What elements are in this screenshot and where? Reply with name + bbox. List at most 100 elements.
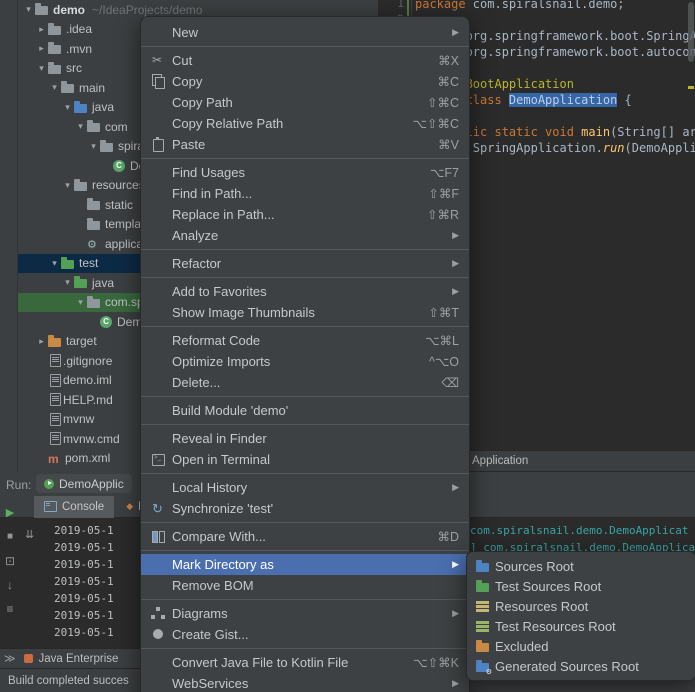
menu-item-webservices[interactable]: WebServices ▶ <box>141 673 469 692</box>
submenu-arrow-icon: ▶ <box>452 230 459 240</box>
submenu-item-test-sources-root[interactable]: Test Sources Root <box>467 576 695 596</box>
menu-item-add-to-favorites[interactable]: Add to Favorites ▶ <box>141 281 469 302</box>
chevron-icon[interactable]: ▾ <box>61 180 74 191</box>
folder-icon <box>48 42 61 55</box>
menu-item-copy-path[interactable]: Copy Path ⇧⌘C <box>141 92 469 113</box>
menu-item-shortcut: ^⌥O <box>429 355 459 369</box>
menu-item-build-module-demo[interactable]: Build Module 'demo' <box>141 400 469 421</box>
menu-item-delete[interactable]: Delete... ⌫ <box>141 372 469 393</box>
menu-item-shortcut: ⌥⌘L <box>425 334 459 348</box>
menu-item-label: Synchronize 'test' <box>172 501 274 516</box>
stop-button[interactable]: ■ <box>2 526 18 550</box>
scrollbar-thumb[interactable] <box>688 2 694 62</box>
screenshot-button[interactable]: ⊡ <box>2 550 18 574</box>
maven-icon <box>48 452 60 465</box>
chevron-icon[interactable]: ▾ <box>61 102 74 113</box>
chevron-icon[interactable]: ▾ <box>87 141 100 152</box>
menu-item-reveal-in-finder[interactable]: Reveal in Finder <box>141 428 469 449</box>
collapse-all-button[interactable]: ⇊ <box>25 528 34 541</box>
play-button[interactable]: ▶ <box>2 502 18 526</box>
blank-icon <box>150 253 168 274</box>
menu-item-find-in-path[interactable]: Find in Path... ⇧⌘F <box>141 183 469 204</box>
submenu-item-label: Generated Sources Root <box>495 658 639 674</box>
menu-item-reformat-code[interactable]: Reformat Code ⌥⌘L <box>141 330 469 351</box>
menu-item-shortcut: ⌘X <box>438 54 459 68</box>
folder-test-icon <box>74 276 87 289</box>
submenu-item-test-resources-root[interactable]: Test Resources Root <box>467 616 695 636</box>
menu-item-copy-relative-path[interactable]: Copy Relative Path ⌥⇧⌘C <box>141 113 469 134</box>
chevron-icon[interactable]: ▾ <box>48 258 61 269</box>
menu-item-label: Create Gist... <box>172 627 249 642</box>
code-segment: DemoApplication <box>508 93 618 107</box>
code-segment: com.spiralsnail.demo; <box>472 0 625 11</box>
chevron-icon[interactable]: ▾ <box>74 297 87 308</box>
submenu-item-resources-root[interactable]: Resources Root <box>467 596 695 616</box>
submenu-item-label: Resources Root <box>495 598 589 614</box>
menu-item-synchronize-test[interactable]: Synchronize 'test' <box>141 498 469 519</box>
code-segment: package <box>415 0 473 11</box>
chevron-icon[interactable]: ▾ <box>35 63 48 74</box>
menu-item-label: Show Image Thumbnails <box>172 305 315 320</box>
run-config-chip[interactable]: DemoApplic <box>36 474 132 493</box>
tree-item-label: target <box>66 334 97 349</box>
menu-item-optimize-imports[interactable]: Optimize Imports ^⌥O <box>141 351 469 372</box>
menu-item-replace-in-path[interactable]: Replace in Path... ⇧⌘R <box>141 204 469 225</box>
menu-item-cut[interactable]: Cut ⌘X <box>141 50 469 71</box>
menu-item-analyze[interactable]: Analyze ▶ <box>141 225 469 246</box>
menu-item-show-image-thumbnails[interactable]: Show Image Thumbnails ⇧⌘T <box>141 302 469 323</box>
tree-item-label: .gitignore <box>63 353 113 368</box>
menu-separator <box>141 249 469 250</box>
menu-item-new[interactable]: New ▶ <box>141 22 469 43</box>
menu-item-mark-directory-as[interactable]: Mark Directory as ▶ <box>141 554 469 575</box>
tab-console[interactable]: Console <box>34 495 115 518</box>
status-text: Build completed succes <box>8 674 129 687</box>
chevron-icon[interactable]: ▸ <box>35 336 48 347</box>
menu-item-label: Compare With... <box>172 529 266 544</box>
chevron-icon[interactable]: ▾ <box>74 121 87 132</box>
blank-icon <box>150 428 168 449</box>
inspection-mark[interactable] <box>688 86 694 89</box>
menu-item-create-gist[interactable]: Create Gist... <box>141 624 469 645</box>
chevron-icon[interactable]: ▸ <box>35 24 48 35</box>
editor-scrollbar[interactable] <box>687 0 695 450</box>
compare-icon <box>150 526 168 547</box>
tree-item-label: java <box>92 275 115 290</box>
code-line: package com.spiralsnail.demo; <box>415 0 689 12</box>
chevron-icon[interactable]: ▸ <box>35 43 48 54</box>
submenu-item-generated-sources-root[interactable]: Generated Sources Root <box>467 656 695 676</box>
menu-item-remove-bom[interactable]: Remove BOM <box>141 575 469 596</box>
blank-icon <box>150 400 168 421</box>
folder-icon <box>74 178 87 191</box>
menu-item-open-in-terminal[interactable]: Open in Terminal <box>141 449 469 470</box>
submenu-arrow-icon: ▶ <box>452 559 459 569</box>
submenu-item-excluded[interactable]: Excluded <box>467 636 695 656</box>
menu-item-copy[interactable]: Copy ⌘C <box>141 71 469 92</box>
menu-separator <box>141 326 469 327</box>
java-enterprise-tool-button[interactable]: Java Enterprise <box>39 653 119 665</box>
menu-item-diagrams[interactable]: Diagrams ▶ <box>141 603 469 624</box>
console-output-left: 2019-05-1 2019-05-1 2019-05-1 2019-05-1 2019… <box>54 524 114 643</box>
scroll-down-button[interactable]: ↓ <box>2 574 18 598</box>
more-tool-windows-icon[interactable]: ≫ <box>4 652 16 665</box>
code-segment: { <box>617 93 632 107</box>
folder-icon <box>48 22 61 35</box>
menu-item-label: Cut <box>172 53 193 68</box>
menu-item-local-history[interactable]: Local History ▶ <box>141 477 469 498</box>
menu-item-paste[interactable]: Paste ⌘V <box>141 134 469 155</box>
code-segment: (DemoApplication. <box>624 141 695 155</box>
chevron-icon[interactable]: ▾ <box>61 277 74 288</box>
menu-item-convert-java-file-to-kotlin-file[interactable]: Convert Java File to Kotlin File ⌥⇧⌘K <box>141 652 469 673</box>
github-icon <box>150 624 168 645</box>
menu-item-label: Delete... <box>172 375 221 390</box>
menu-item-find-usages[interactable]: Find Usages ⌥F7 <box>141 162 469 183</box>
chevron-icon[interactable]: ▾ <box>48 82 61 93</box>
code-segment: run <box>602 141 625 155</box>
soft-wrap-button[interactable]: ≡ <box>2 598 18 622</box>
submenu-item-sources-root[interactable]: Sources Root <box>467 556 695 576</box>
menu-item-refactor[interactable]: Refactor ▶ <box>141 253 469 274</box>
folder-icon <box>48 61 61 74</box>
menu-item-compare-with[interactable]: Compare With... ⌘D <box>141 526 469 547</box>
tree-item-label: test <box>79 256 99 271</box>
run-config-name: DemoApplic <box>59 476 124 491</box>
chevron-icon[interactable]: ▾ <box>22 4 35 15</box>
